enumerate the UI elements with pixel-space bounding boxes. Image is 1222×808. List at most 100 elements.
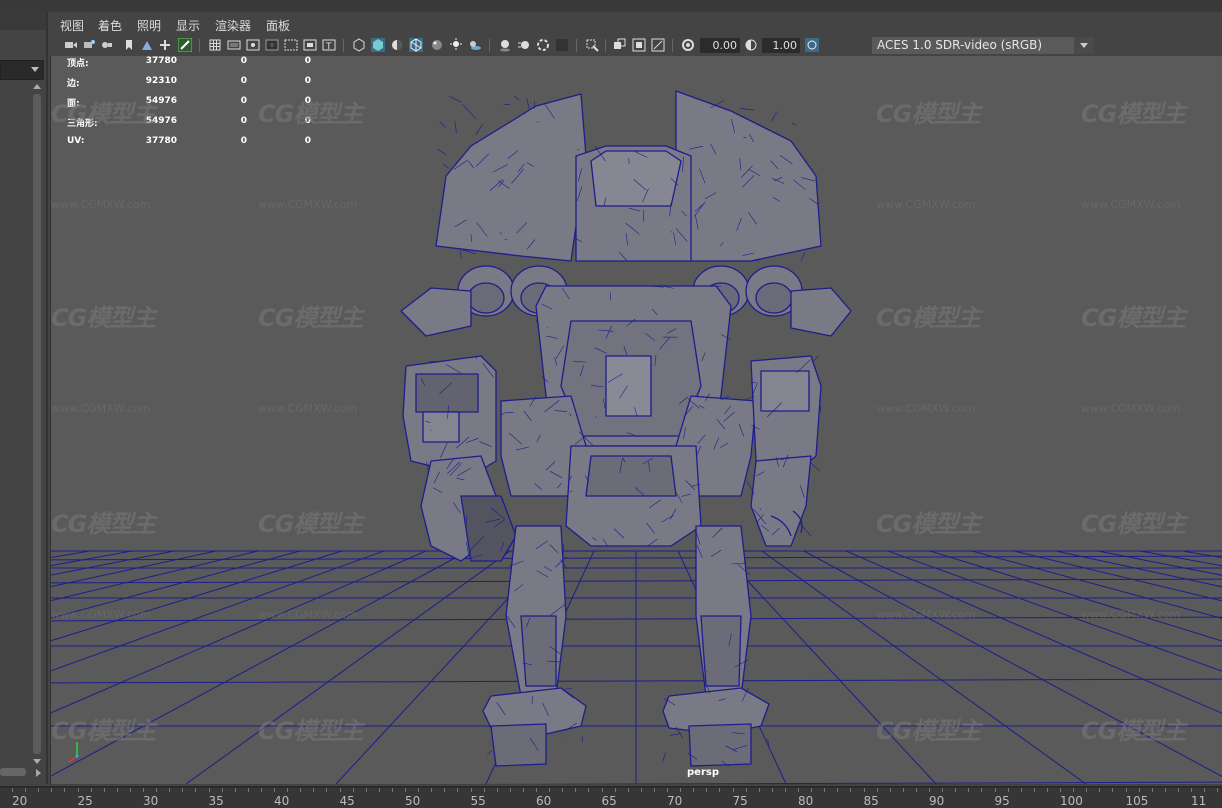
frame-tick bbox=[470, 788, 472, 792]
frame-tick bbox=[1191, 788, 1192, 792]
watermark-url: www.CGMXW.com bbox=[258, 198, 358, 211]
time-slider[interactable]: 20 25 30 35 40 45 50 55 60 65 70 75 80 85 90 95 100 105 11 bbox=[0, 786, 1222, 808]
hud-label: UV: bbox=[67, 136, 85, 146]
grid-line bbox=[51, 550, 427, 714]
xray-icon[interactable] bbox=[613, 38, 627, 52]
frame-tick bbox=[784, 788, 786, 792]
xray-active-components-icon[interactable] bbox=[632, 38, 646, 52]
mesh-edge bbox=[448, 95, 462, 103]
grid-icon[interactable] bbox=[208, 38, 222, 52]
watermark-url: www.CGMXW.com bbox=[876, 198, 976, 211]
pan-zoom-icon[interactable] bbox=[158, 38, 172, 52]
frame-tick bbox=[90, 788, 92, 792]
camera-select-icon[interactable] bbox=[64, 38, 78, 52]
screen-space-ao-icon[interactable] bbox=[498, 38, 512, 52]
safe-action-icon[interactable] bbox=[303, 38, 317, 52]
frame-tick bbox=[588, 788, 590, 792]
mesh-edge bbox=[526, 98, 530, 111]
frame-tick bbox=[116, 788, 118, 792]
frame-tick bbox=[143, 788, 144, 792]
frame-tick bbox=[968, 788, 970, 792]
resolution-gate-icon[interactable] bbox=[246, 38, 260, 52]
gate-mask-icon[interactable] bbox=[265, 38, 279, 52]
xray-joints-icon[interactable] bbox=[651, 38, 665, 52]
maya-window: 视图 着色 照明 显示 渲染器 面板 T 0.00 1.00 ACES 1.0 … bbox=[0, 0, 1222, 808]
safe-title-icon[interactable]: T bbox=[322, 38, 336, 52]
frame-tick bbox=[496, 788, 498, 792]
color-space-dropdown-button[interactable] bbox=[1074, 37, 1094, 54]
shadows-icon[interactable] bbox=[468, 38, 482, 52]
frame-tick bbox=[444, 788, 446, 792]
color-space-dropdown[interactable]: ACES 1.0 SDR-video (sRGB) bbox=[872, 37, 1094, 54]
image-plane-icon[interactable] bbox=[140, 38, 154, 52]
perspective-viewport[interactable]: 顶点: 37780 0 0 边: 92310 0 0 面: 54976 0 0 三角形: 54976 0 0 U… bbox=[50, 56, 1222, 784]
frame-tick bbox=[51, 788, 53, 792]
frame-tick bbox=[640, 788, 642, 792]
anti-aliasing-icon[interactable] bbox=[536, 38, 550, 52]
frame-tick bbox=[1099, 788, 1101, 792]
view-transform-icon[interactable] bbox=[805, 38, 819, 52]
frame-tick bbox=[536, 788, 537, 792]
smooth-shade-icon[interactable] bbox=[371, 38, 385, 52]
grease-pencil-icon[interactable] bbox=[178, 38, 192, 52]
menu-lighting[interactable]: 照明 bbox=[137, 17, 161, 34]
camera-attributes-icon[interactable] bbox=[82, 38, 96, 52]
mesh-edge bbox=[810, 462, 820, 471]
wireframe-icon[interactable] bbox=[352, 38, 366, 52]
frame-number: 45 bbox=[339, 794, 355, 808]
depth-of-field-icon[interactable] bbox=[555, 38, 569, 52]
frame-tick bbox=[208, 788, 210, 792]
watermark-logo: CG模型主 bbox=[1081, 304, 1186, 332]
scroll-up-icon[interactable] bbox=[33, 84, 41, 89]
toolbar-separator bbox=[199, 39, 200, 52]
scroll-down-icon[interactable] bbox=[33, 759, 41, 764]
exposure-icon[interactable] bbox=[681, 38, 695, 52]
menu-show[interactable]: 显示 bbox=[176, 17, 200, 34]
exposure-field[interactable]: 0.00 bbox=[700, 38, 740, 53]
left-panel-hscrollbar[interactable] bbox=[0, 768, 26, 776]
toolbar-separator bbox=[672, 39, 673, 52]
menu-view[interactable]: 视图 bbox=[60, 17, 84, 34]
frame-tick bbox=[234, 788, 236, 792]
bookmark-icon[interactable] bbox=[122, 38, 136, 52]
motion-blur-icon[interactable] bbox=[517, 38, 531, 52]
left-side-panel bbox=[0, 12, 48, 784]
isolate-select-icon[interactable] bbox=[585, 38, 599, 52]
frame-tick bbox=[942, 788, 944, 792]
frame-number: 80 bbox=[798, 794, 814, 808]
default-material-icon[interactable] bbox=[390, 38, 404, 52]
hud-value: 92310 bbox=[145, 76, 177, 86]
left-panel-dropdown[interactable] bbox=[0, 60, 44, 80]
menu-panels[interactable]: 面板 bbox=[266, 17, 290, 34]
lighting-icon[interactable] bbox=[449, 38, 463, 52]
frame-tick bbox=[1138, 788, 1140, 792]
watermark-logo: CG模型主 bbox=[258, 304, 363, 332]
title-strip bbox=[0, 0, 1222, 12]
frame-number: 90 bbox=[929, 794, 945, 808]
wireframe-on-shaded-icon[interactable] bbox=[409, 38, 423, 52]
mesh-edge bbox=[513, 95, 520, 101]
frame-tick bbox=[418, 788, 420, 792]
left-panel-scrollbar[interactable] bbox=[33, 94, 41, 754]
frame-tick bbox=[247, 788, 249, 792]
frame-tick bbox=[1151, 788, 1153, 792]
bookmark-camera-icon[interactable] bbox=[100, 38, 114, 52]
color-space-label: ACES 1.0 SDR-video (sRGB) bbox=[877, 38, 1043, 52]
menu-renderer[interactable]: 渲染器 bbox=[215, 17, 251, 34]
hud-value: 0 bbox=[240, 56, 247, 66]
frame-tick bbox=[509, 788, 511, 792]
gamma-icon[interactable] bbox=[744, 38, 758, 52]
frame-tick bbox=[549, 788, 551, 792]
scroll-right-icon[interactable] bbox=[36, 769, 41, 777]
frame-tick bbox=[562, 788, 564, 792]
frame-tick bbox=[1112, 788, 1114, 792]
field-chart-icon[interactable] bbox=[284, 38, 298, 52]
film-gate-icon[interactable] bbox=[227, 38, 241, 52]
grid-line bbox=[845, 550, 1222, 714]
gamma-field[interactable]: 1.00 bbox=[762, 38, 800, 53]
menu-shading[interactable]: 着色 bbox=[98, 17, 122, 34]
textured-icon[interactable] bbox=[430, 38, 444, 52]
frame-tick bbox=[837, 788, 839, 792]
frame-tick bbox=[863, 788, 865, 792]
frame-tick bbox=[758, 788, 760, 792]
